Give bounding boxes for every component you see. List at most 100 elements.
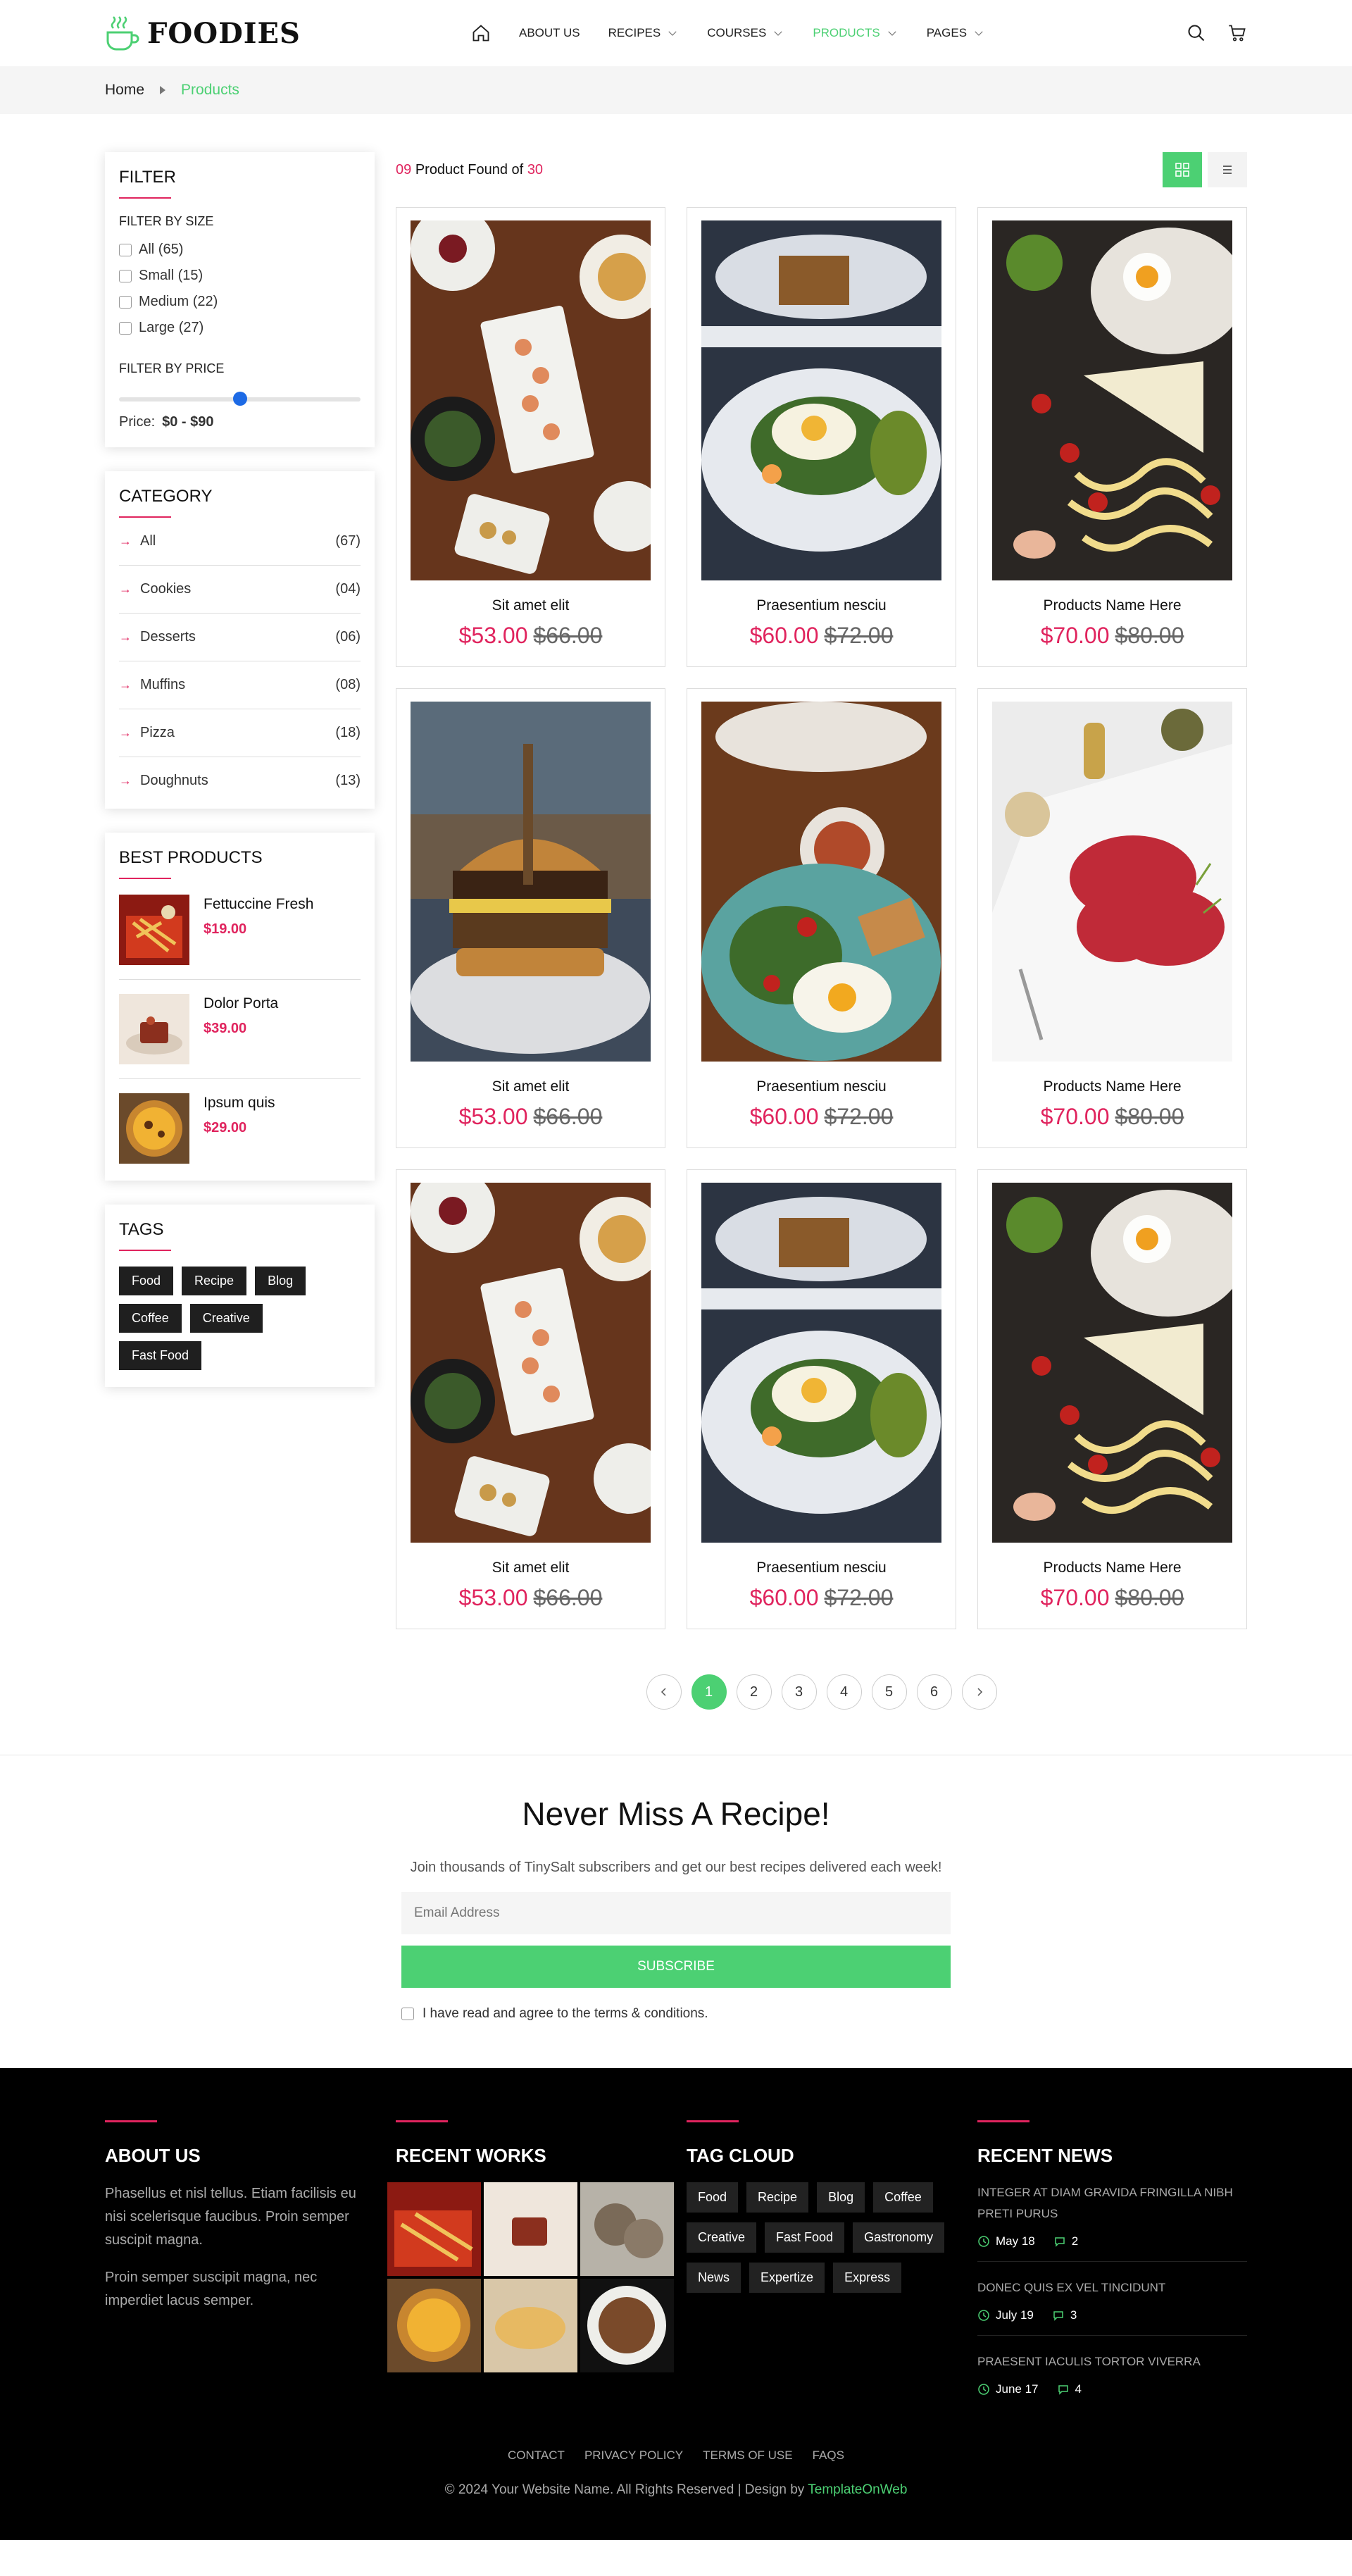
recent-work-thumbnail[interactable] [580, 2182, 674, 2276]
category-item[interactable]: → Pizza (18) [119, 725, 361, 757]
logo[interactable]: FOODIES [105, 14, 471, 52]
news-item[interactable]: Praesent iaculis tortor viverra June 17 … [977, 2351, 1247, 2409]
product-name[interactable]: Products Name Here [992, 1560, 1232, 1576]
tag[interactable]: Fast Food [765, 2222, 845, 2253]
search-icon[interactable] [1187, 23, 1206, 43]
beef-carpaccio-image[interactable] [992, 702, 1232, 1062]
egg-salad-plate-image[interactable] [701, 1183, 941, 1543]
product-name[interactable]: Sit amet elit [411, 1078, 651, 1095]
recent-work-thumbnail[interactable] [580, 2279, 674, 2372]
tag[interactable]: Coffee [873, 2182, 933, 2213]
checkbox[interactable] [119, 269, 132, 282]
product-name[interactable]: Products Name Here [992, 1078, 1232, 1095]
nav-pages[interactable]: Pages [927, 26, 985, 40]
tag[interactable]: News [687, 2263, 741, 2293]
terms-checkbox[interactable] [401, 2008, 414, 2020]
tag[interactable]: Gastronomy [853, 2222, 945, 2253]
news-item[interactable]: Integer at diam gravida fringilla nibh p… [977, 2182, 1247, 2262]
fettuccine-thumbnail[interactable] [119, 895, 189, 965]
salmon-plate-image[interactable] [411, 220, 651, 580]
tag[interactable]: Food [687, 2182, 739, 2213]
page-button[interactable]: 6 [916, 1674, 952, 1710]
next-page-button[interactable] [961, 1674, 997, 1710]
pasta-ingredients-image[interactable] [992, 220, 1232, 580]
page-button[interactable]: 4 [826, 1674, 862, 1710]
footer-link-contact[interactable]: Contact [508, 2449, 565, 2463]
tag[interactable]: Creative [687, 2222, 757, 2253]
tag[interactable]: Blog [255, 1267, 306, 1295]
size-option[interactable]: Medium (22) [119, 294, 361, 310]
size-option[interactable]: Small (15) [119, 268, 361, 284]
designer-link[interactable]: TemplateOnWeb [808, 2482, 907, 2497]
email-field[interactable] [401, 1892, 951, 1934]
news-title[interactable]: Integer at diam gravida fringilla nibh p… [977, 2182, 1247, 2225]
nav-products[interactable]: Products [813, 26, 898, 40]
product-name[interactable]: Sit amet elit [411, 597, 651, 614]
subscribe-button[interactable]: Subscribe [401, 1946, 951, 1988]
product-name[interactable]: Praesentium nesciu [701, 597, 941, 614]
breadcrumb-home[interactable]: Home [105, 82, 144, 99]
tag[interactable]: Recipe [182, 1267, 247, 1295]
tag[interactable]: Expertize [749, 2263, 825, 2293]
product-card[interactable]: Sit amet elit $53.00 $66.00 [396, 207, 665, 667]
product-name[interactable]: Products Name Here [992, 597, 1232, 614]
list-view-button[interactable] [1208, 152, 1247, 187]
category-item[interactable]: → Desserts (06) [119, 629, 361, 661]
checkbox[interactable] [119, 321, 132, 335]
tag[interactable]: Creative [189, 1304, 263, 1333]
news-title[interactable]: Praesent iaculis tortor viverra [977, 2351, 1247, 2372]
footer-link-faqs[interactable]: FAQs [813, 2449, 844, 2463]
fried-egg-breakfast-image[interactable] [701, 702, 941, 1062]
product-name[interactable]: Praesentium nesciu [701, 1560, 941, 1576]
tag[interactable]: Coffee [119, 1304, 182, 1333]
footer-link-privacy[interactable]: Privacy Policy [584, 2449, 683, 2463]
tag[interactable]: Fast Food [119, 1341, 202, 1370]
product-card[interactable]: Praesentium nesciu $60.00 $72.00 [687, 1169, 956, 1629]
size-option[interactable]: Large (27) [119, 320, 361, 336]
nav-about-us[interactable]: About Us [519, 26, 580, 40]
best-product-item[interactable]: Ipsum quis $29.00 [119, 1093, 361, 1164]
tag[interactable]: Express [833, 2263, 902, 2293]
burger-image[interactable] [411, 702, 651, 1062]
prev-page-button[interactable] [646, 1674, 682, 1710]
pasta-ingredients-image[interactable] [992, 1183, 1232, 1543]
egg-salad-plate-image[interactable] [701, 220, 941, 580]
recent-work-thumbnail[interactable] [387, 2182, 481, 2276]
product-card[interactable]: Praesentium nesciu $60.00 $72.00 [687, 207, 956, 667]
recent-work-thumbnail[interactable] [387, 2279, 481, 2372]
dessert-thumbnail[interactable] [119, 994, 189, 1064]
tag[interactable]: Recipe [746, 2182, 809, 2213]
page-button[interactable]: 3 [781, 1674, 817, 1710]
tag[interactable]: Blog [817, 2182, 865, 2213]
nav-recipes[interactable]: Recipes [608, 26, 680, 40]
price-slider[interactable] [119, 392, 361, 406]
salmon-plate-image[interactable] [411, 1183, 651, 1543]
news-title[interactable]: Donec quis ex vel tincidunt [977, 2277, 1247, 2298]
product-card[interactable]: Sit amet elit $53.00 $66.00 [396, 1169, 665, 1629]
grid-view-button[interactable] [1163, 152, 1202, 187]
category-item[interactable]: → Doughnuts (13) [119, 773, 361, 792]
product-card[interactable]: Products Name Here $70.00 $80.00 [977, 688, 1247, 1148]
size-option[interactable]: All (65) [119, 242, 361, 258]
best-product-item[interactable]: Fettuccine Fresh $19.00 [119, 895, 361, 980]
product-name[interactable]: Sit amet elit [411, 1560, 651, 1576]
terms-checkbox-row[interactable]: I have read and agree to the terms & con… [401, 2006, 951, 2022]
product-card[interactable]: Praesentium nesciu $60.00 $72.00 [687, 688, 956, 1148]
cart-icon[interactable] [1227, 23, 1247, 43]
page-button[interactable]: 5 [871, 1674, 907, 1710]
product-card[interactable]: Products Name Here $70.00 $80.00 [977, 207, 1247, 667]
page-button[interactable]: 1 [691, 1674, 727, 1710]
recent-work-thumbnail[interactable] [484, 2182, 577, 2276]
page-button[interactable]: 2 [736, 1674, 772, 1710]
bowl-thumbnail[interactable] [119, 1093, 189, 1164]
recent-work-thumbnail[interactable] [484, 2279, 577, 2372]
slider-handle[interactable] [232, 392, 247, 406]
checkbox[interactable] [119, 243, 132, 256]
best-product-item[interactable]: Dolor Porta $39.00 [119, 994, 361, 1079]
product-card[interactable]: Sit amet elit $53.00 $66.00 [396, 688, 665, 1148]
nav-courses[interactable]: Courses [707, 26, 784, 40]
product-name[interactable]: Praesentium nesciu [701, 1078, 941, 1095]
news-item[interactable]: Donec quis ex vel tincidunt July 19 3 [977, 2277, 1247, 2336]
home-icon[interactable] [471, 23, 491, 43]
product-card[interactable]: Products Name Here $70.00 $80.00 [977, 1169, 1247, 1629]
